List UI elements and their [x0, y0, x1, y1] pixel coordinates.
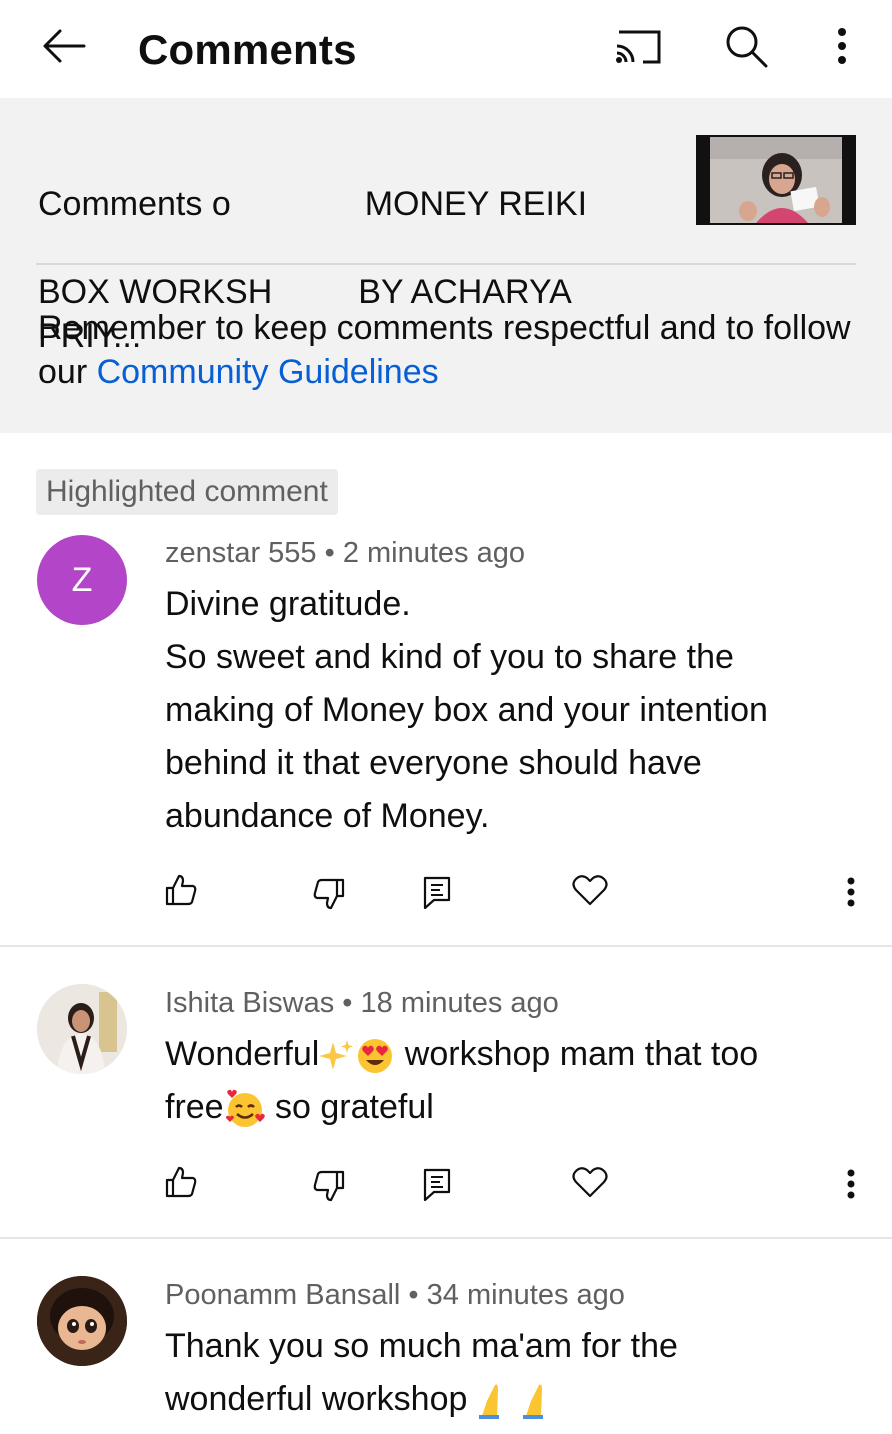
community-guidelines-link[interactable]: Community Guidelines — [97, 353, 439, 391]
cast-button[interactable] — [610, 20, 666, 72]
comment-time[interactable]: 2 minutes ago — [343, 537, 525, 569]
meta-separator: • — [408, 1279, 419, 1311]
top-app-bar: Comments — [0, 0, 892, 98]
comment-meta: Poonamm Bansall • 34 minutes ago — [165, 1275, 625, 1315]
meta-separator: • — [324, 537, 335, 569]
highlighted-comment-chip: Highlighted comment — [36, 469, 338, 515]
comment-text: Wonderful — [165, 1035, 320, 1073]
heart-icon — [572, 875, 608, 906]
reply-button[interactable] — [411, 866, 463, 918]
like-button[interactable] — [155, 864, 207, 916]
comment-divider — [0, 945, 892, 947]
more-vertical-icon — [847, 1169, 855, 1199]
search-icon — [726, 26, 768, 68]
folded-hands-emoji-icon — [478, 1384, 499, 1420]
more-vertical-icon — [847, 877, 855, 907]
comment-text: workshop mam that too — [395, 1035, 759, 1073]
comment-line: Divine gratitude. — [165, 585, 411, 623]
comment-line: making of Money box and your intention — [165, 691, 768, 729]
avatar-photo — [37, 984, 127, 1074]
video-title-line1: Comments o — [38, 185, 231, 223]
dislike-button[interactable] — [303, 1160, 355, 1212]
sparkles-emoji-icon — [319, 1040, 354, 1071]
community-notice: Remember to keep comments respectful and… — [38, 306, 858, 394]
comment-time[interactable]: 18 minutes ago — [361, 987, 559, 1019]
cast-icon — [616, 30, 661, 64]
reply-button[interactable] — [411, 1158, 463, 1210]
reply-icon — [423, 1168, 451, 1201]
comment-meta: zenstar 555 • 2 minutes ago — [165, 533, 525, 573]
comment-body: Wonderful workshop mam that too free so … — [165, 1028, 855, 1134]
heart-button[interactable] — [564, 864, 616, 916]
comment-line: behind it that everyone should have — [165, 744, 702, 782]
heart-button[interactable] — [564, 1156, 616, 1208]
comment-author[interactable]: zenstar 555 — [165, 537, 317, 569]
comment-time[interactable]: 34 minutes ago — [427, 1279, 625, 1311]
comment-text: wonderful workshop — [165, 1380, 468, 1418]
comment-author[interactable]: Poonamm Bansall — [165, 1279, 400, 1311]
thumbs-down-icon — [313, 878, 345, 910]
heart-icon — [572, 1167, 608, 1198]
avatar[interactable] — [37, 1276, 127, 1366]
folded-hands-emoji-icon — [522, 1384, 543, 1420]
meta-separator: • — [342, 987, 353, 1019]
comment-line: So sweet and kind of you to share the — [165, 638, 734, 676]
thumbs-up-icon — [165, 874, 197, 906]
dislike-button[interactable] — [303, 868, 355, 920]
comment-line: Wonderful workshop mam that too — [165, 1028, 855, 1081]
comment-text: so grateful — [265, 1088, 434, 1126]
comment-line: abundance of Money. — [165, 797, 490, 835]
video-thumbnail-image — [696, 135, 856, 225]
reply-icon — [423, 876, 451, 909]
comment-line: wonderful workshop — [165, 1373, 855, 1426]
comment-text: free — [165, 1088, 224, 1126]
like-button[interactable] — [155, 1156, 207, 1208]
comment-body: Thank you so much ma'am for the wonderfu… — [165, 1320, 855, 1426]
more-options-button[interactable] — [814, 20, 870, 72]
video-title-line1-tail: MONEY REIKI — [364, 185, 588, 223]
avatar[interactable]: Z — [37, 535, 127, 625]
avatar-photo — [37, 1276, 127, 1366]
avatar[interactable] — [37, 984, 127, 1074]
avatar-letter: Z — [71, 561, 93, 599]
comment-menu-button[interactable] — [825, 866, 877, 918]
heart-eyes-emoji-icon — [358, 1039, 393, 1074]
comment-body: Divine gratitude. So sweet and kind of y… — [165, 578, 855, 843]
more-vertical-icon — [838, 28, 846, 64]
thumbs-up-icon — [165, 1166, 197, 1198]
thumbs-down-icon — [313, 1170, 345, 1202]
comment-author[interactable]: Ishita Biswas — [165, 987, 334, 1019]
comment-line: Thank you so much ma'am for the — [165, 1327, 678, 1365]
comment-line: free so grateful — [165, 1081, 855, 1134]
search-button[interactable] — [718, 20, 774, 72]
panel-divider — [36, 263, 856, 265]
comment-menu-button[interactable] — [825, 1158, 877, 1210]
comment-divider — [0, 1237, 892, 1239]
back-button[interactable] — [38, 22, 90, 70]
page-title: Comments — [138, 26, 357, 73]
comment-meta: Ishita Biswas • 18 minutes ago — [165, 983, 559, 1023]
smiling-face-with-hearts-emoji-icon — [225, 1089, 265, 1128]
back-arrow-icon — [43, 29, 86, 63]
video-thumbnail[interactable] — [696, 135, 856, 225]
